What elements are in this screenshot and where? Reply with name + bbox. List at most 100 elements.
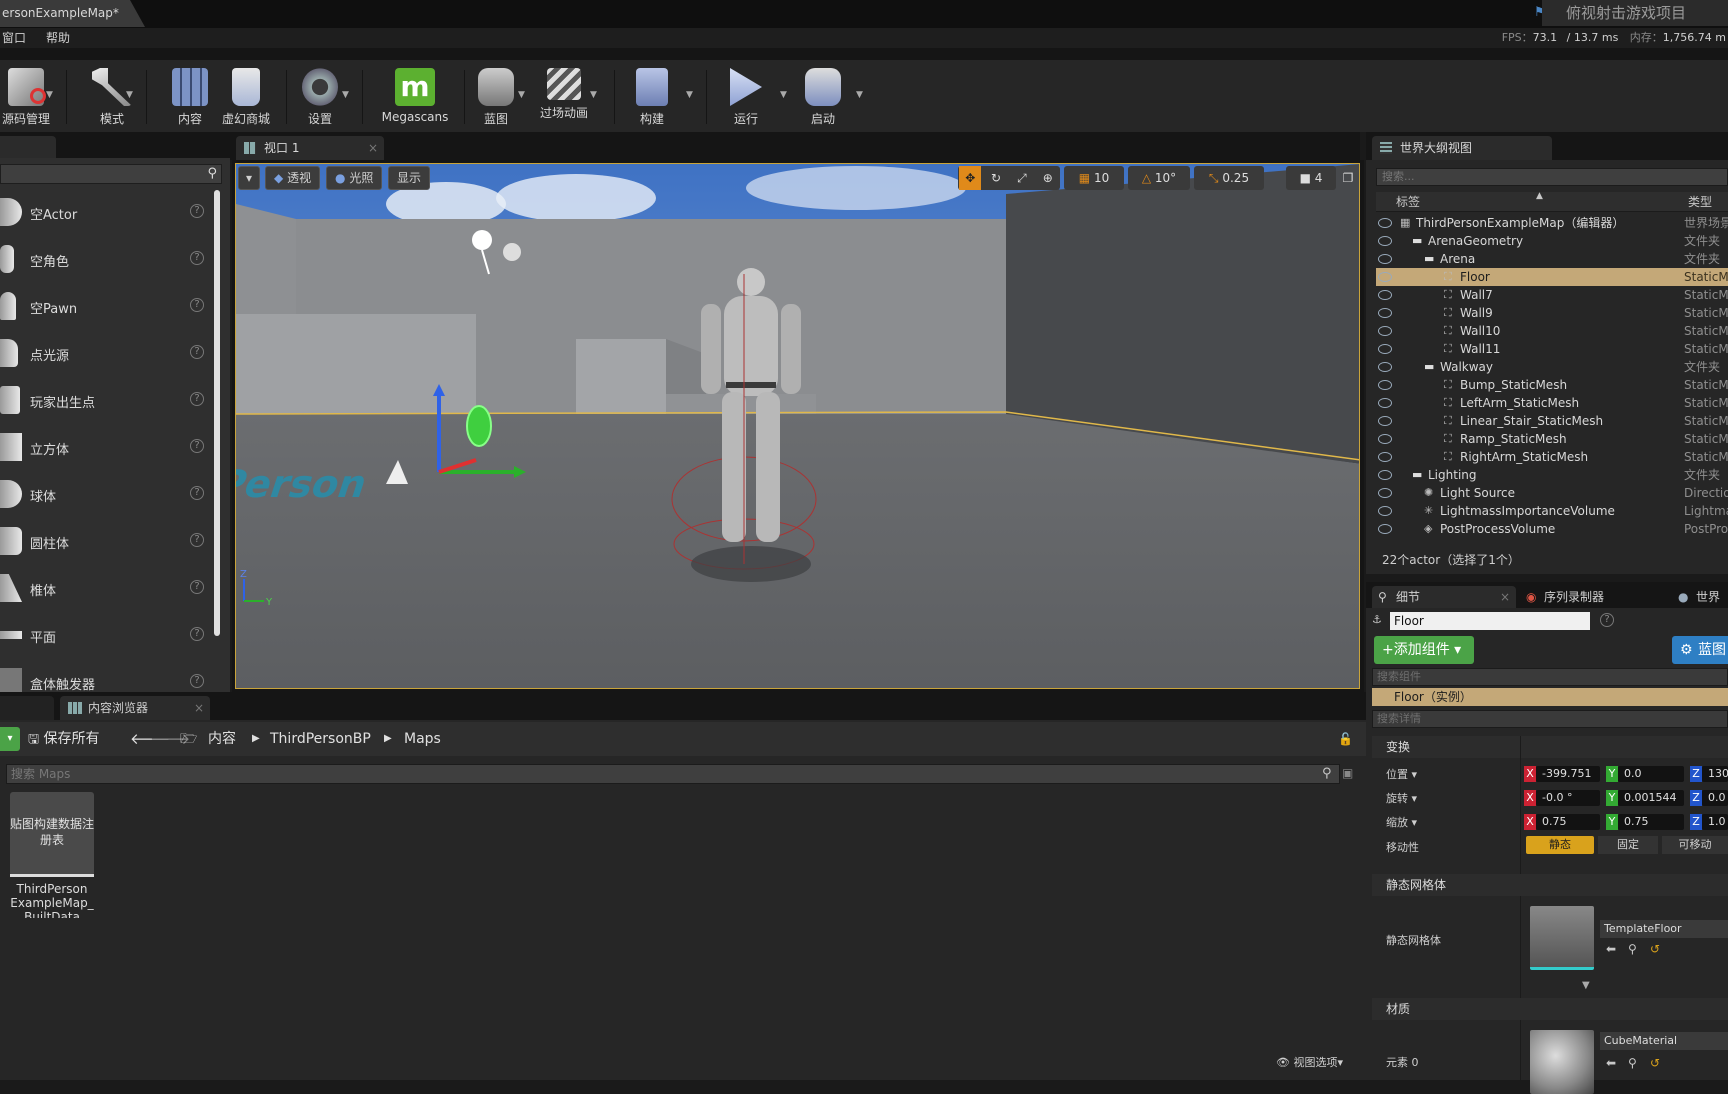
visibility-eye-icon[interactable] <box>1378 254 1392 264</box>
outliner-row[interactable]: ⛶ Ramp_StaticMesh StaticMe <box>1376 430 1728 448</box>
outliner-row[interactable]: ✺ Light Source Direction <box>1376 484 1728 502</box>
help-icon[interactable]: ? <box>1600 613 1614 627</box>
asset-thumbnail[interactable]: 贴图构建数据注册表 <box>10 792 94 876</box>
blueprints-button[interactable]: 蓝图 <box>472 60 520 132</box>
chevron-down-icon[interactable]: ▼ <box>342 90 349 100</box>
visibility-eye-icon[interactable] <box>1378 524 1392 534</box>
visibility-eye-icon[interactable] <box>1378 506 1392 516</box>
folder-icon[interactable]: 🗁 <box>180 722 197 756</box>
scale-snap-control[interactable]: ⤡ 0.25 <box>1194 166 1264 190</box>
browse-icon[interactable]: ⚲ <box>1628 942 1637 956</box>
details-tab[interactable]: ⚲ 细节 × <box>1372 586 1516 608</box>
rotate-icon[interactable]: ↻ <box>985 166 1007 190</box>
outliner-row[interactable]: ⛶ LeftArm_StaticMesh StaticMe <box>1376 394 1728 412</box>
expand-arrow-icon[interactable]: ▼ <box>1582 980 1590 991</box>
col-type[interactable]: 类型 <box>1688 192 1712 212</box>
chevron-down-icon[interactable]: ▼ <box>686 90 693 100</box>
world-settings-tab[interactable]: ● 世界场 <box>1672 586 1728 608</box>
search-components-input[interactable]: 搜索组件 <box>1372 668 1728 686</box>
asset-name[interactable]: ThirdPerson ExampleMap_ BuiltData <box>0 882 104 918</box>
menu-window[interactable]: 窗口 <box>2 28 26 48</box>
visibility-eye-icon[interactable] <box>1378 308 1392 318</box>
perspective-button[interactable]: ◆ 透视 <box>265 166 321 190</box>
mobility-stationary-button[interactable]: 固定 <box>1598 836 1658 854</box>
world-local-icon[interactable]: ⊕ <box>1037 166 1059 190</box>
grid-snap-control[interactable]: ▦ 10 <box>1064 166 1124 190</box>
visibility-eye-icon[interactable] <box>1378 362 1392 372</box>
sequence-recorder-tab[interactable]: ◉ 序列录制器 <box>1520 586 1658 608</box>
outliner-row[interactable]: ▬ Walkway 文件夹 <box>1376 358 1728 376</box>
viewport-options-button[interactable]: ▾ <box>238 166 260 190</box>
place-search-input[interactable]: ⚲ <box>0 164 222 184</box>
outliner-row[interactable]: ▬ ArenaGeometry 文件夹 <box>1376 232 1728 250</box>
settings-button[interactable]: 设置 <box>294 60 346 132</box>
content-button[interactable]: 内容 <box>164 60 216 132</box>
scale-y-input[interactable]: 0.75 <box>1618 814 1684 830</box>
mobility-movable-button[interactable]: 可移动 <box>1662 836 1728 854</box>
source-control-button[interactable]: 源码管理 <box>0 60 52 132</box>
rotation-snap-control[interactable]: △ 10° <box>1128 166 1190 190</box>
megascans-button[interactable]: m Megascans <box>378 60 452 132</box>
chevron-down-icon[interactable]: ▼ <box>518 90 525 100</box>
material-picker[interactable]: CubeMaterial <box>1600 1032 1728 1050</box>
chevron-down-icon[interactable]: ▼ <box>856 90 863 100</box>
place-item-empty-pawn[interactable]: 空Pawn? <box>0 286 210 326</box>
outliner-row[interactable]: ⛶ Floor StaticMe <box>1376 268 1728 286</box>
mobility-static-button[interactable]: 静态 <box>1526 836 1594 854</box>
help-icon[interactable]: ? <box>190 486 204 500</box>
outliner-row[interactable]: ⛶ Wall9 StaticMe <box>1376 304 1728 322</box>
breadcrumb-content[interactable]: 内容 <box>208 722 236 756</box>
outliner-row[interactable]: ▬ Arena 文件夹 <box>1376 250 1728 268</box>
outliner-tab[interactable]: 世界大纲视图 <box>1372 136 1552 160</box>
outliner-row[interactable]: ⛶ Wall10 StaticMe <box>1376 322 1728 340</box>
visibility-eye-icon[interactable] <box>1378 416 1392 426</box>
add-component-button[interactable]: +添加组件 ▾ <box>1374 636 1474 664</box>
show-button[interactable]: 显示 <box>388 166 431 190</box>
level-document-tab[interactable]: ersonExampleMap* <box>0 0 145 27</box>
chevron-down-icon[interactable]: ▼ <box>126 90 133 100</box>
visibility-eye-icon[interactable] <box>1378 434 1392 444</box>
visibility-eye-icon[interactable] <box>1378 326 1392 336</box>
menu-help[interactable]: 帮助 <box>46 28 70 48</box>
play-button[interactable]: 运行 <box>722 60 770 132</box>
scale-icon[interactable]: ⤢ <box>1011 166 1033 190</box>
static-mesh-section-header[interactable]: 静态网格体 <box>1372 874 1728 896</box>
modes-tab[interactable] <box>0 136 56 158</box>
chevron-down-icon[interactable]: ▼ <box>780 90 787 100</box>
visibility-eye-icon[interactable] <box>1378 272 1392 282</box>
location-x-input[interactable]: -399.751 <box>1536 766 1600 782</box>
help-icon[interactable]: ? <box>190 439 204 453</box>
close-icon[interactable]: × <box>1500 586 1510 608</box>
help-icon[interactable]: ? <box>190 580 204 594</box>
actor-name-input[interactable]: Floor <box>1390 612 1590 630</box>
place-item-empty-character[interactable]: 空角色? <box>0 239 210 279</box>
visibility-eye-icon[interactable] <box>1378 218 1392 228</box>
translate-icon[interactable]: ✥ <box>959 166 982 190</box>
outliner-row[interactable]: ◈ PostProcessVolume PostPro <box>1376 520 1728 538</box>
visibility-eye-icon[interactable] <box>1378 344 1392 354</box>
materials-section-header[interactable]: 材质 <box>1372 998 1728 1020</box>
place-item-sphere[interactable]: 球体? <box>0 474 210 514</box>
save-search-icon[interactable]: ▣ <box>1342 766 1353 780</box>
search-details-input[interactable]: 搜索详情 <box>1372 710 1728 728</box>
chevron-down-icon[interactable]: ▼ <box>590 90 597 100</box>
rotation-label[interactable]: 旋转 ▾ <box>1386 790 1417 806</box>
static-mesh-picker[interactable]: TemplateFloor <box>1600 920 1728 938</box>
lit-mode-button[interactable]: ● 光照 <box>326 166 383 190</box>
outliner-row[interactable]: ⛶ Bump_StaticMesh StaticMe <box>1376 376 1728 394</box>
empty-tab[interactable] <box>0 696 54 720</box>
component-row-floor[interactable]: Floor（实例） <box>1372 688 1728 706</box>
marketplace-button[interactable]: 虚幻商城 <box>220 60 272 132</box>
outliner-row[interactable]: ✳ LightmassImportanceVolume Lightma <box>1376 502 1728 520</box>
help-icon[interactable]: ? <box>190 298 204 312</box>
outliner-row[interactable]: ▦ ThirdPersonExampleMap（编辑器） 世界场景 <box>1376 214 1728 232</box>
visibility-eye-icon[interactable] <box>1378 452 1392 462</box>
place-item-cube[interactable]: 立方体? <box>0 427 210 467</box>
chevron-down-icon[interactable]: ▼ <box>46 90 53 100</box>
help-icon[interactable]: ? <box>190 627 204 641</box>
place-item-plane[interactable]: 平面? <box>0 615 210 655</box>
col-label[interactable]: 标签 <box>1396 192 1420 212</box>
launch-button[interactable]: 启动 <box>798 60 848 132</box>
help-icon[interactable]: ? <box>190 251 204 265</box>
use-selected-arrow-icon[interactable]: ⬅ <box>1606 942 1616 956</box>
